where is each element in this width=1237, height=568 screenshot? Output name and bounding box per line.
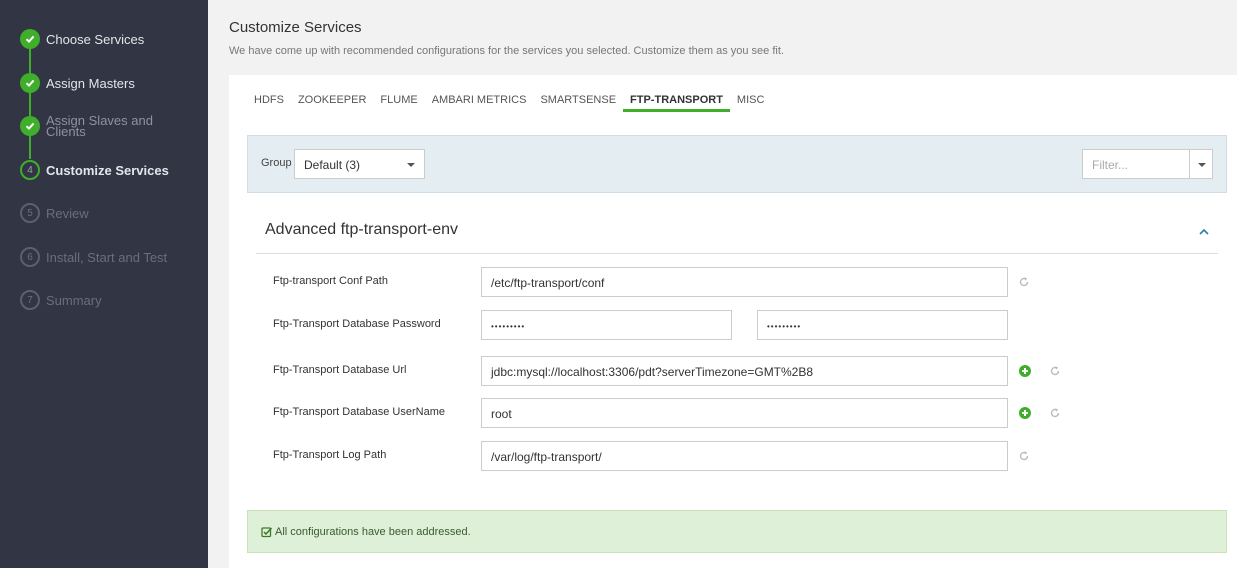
wizard-step-label: Customize Services: [46, 162, 169, 178]
tab-ftp-transport[interactable]: FTP-TRANSPORT: [623, 94, 730, 112]
step-connector: [29, 49, 31, 73]
checkmark-icon: [20, 116, 40, 136]
step-number: 4: [20, 160, 40, 180]
tab-zookeeper[interactable]: ZOOKEEPER: [291, 94, 373, 112]
undo-icon[interactable]: [1049, 365, 1061, 377]
filter-bar: Group Default (3) Filter...: [247, 135, 1227, 193]
wizard-step-label: Summary: [46, 292, 102, 308]
wizard-step-review: 5 Review: [20, 202, 89, 224]
group-select[interactable]: Default (3): [294, 149, 425, 179]
wizard-step-assign-slaves[interactable]: Assign Slaves and Clients: [20, 113, 156, 139]
step-number: 7: [20, 290, 40, 310]
wizard-step-label: Review: [46, 205, 89, 221]
database-username-input[interactable]: root: [481, 398, 1008, 428]
tab-flume[interactable]: FLUME: [373, 94, 424, 112]
config-label: Ftp-Transport Database Password: [273, 318, 441, 330]
config-label: Ftp-transport Conf Path: [273, 275, 388, 287]
success-alert: All configurations have been addressed.: [247, 510, 1227, 553]
check-square-icon: [261, 527, 273, 538]
step-connector: [29, 93, 31, 116]
filter-dropdown-button[interactable]: [1189, 149, 1213, 179]
page-title: Customize Services: [229, 19, 362, 36]
database-url-input[interactable]: jdbc:mysql://localhost:3306/pdt?serverTi…: [481, 356, 1008, 386]
wizard-step-summary: 7 Summary: [20, 289, 102, 311]
wizard-sidebar: Choose Services Assign Masters Assign Sl…: [0, 0, 208, 568]
tab-ambari-metrics[interactable]: AMBARI METRICS: [425, 94, 534, 112]
conf-path-input[interactable]: /etc/ftp-transport/conf: [481, 267, 1008, 297]
tab-hdfs[interactable]: HDFS: [254, 94, 291, 112]
plus-circle-icon[interactable]: [1019, 365, 1031, 377]
group-label: Group: [261, 157, 292, 169]
step-connector: [29, 136, 31, 159]
wizard-step-label: Install, Start and Test: [46, 249, 168, 265]
undo-icon[interactable]: [1049, 407, 1061, 419]
wizard-step-customize-services[interactable]: 4 Customize Services: [20, 159, 169, 181]
alert-message: All configurations have been addressed.: [275, 526, 471, 538]
section-title: Advanced ftp-transport-env: [265, 221, 458, 238]
wizard-step-label: Choose Services: [46, 31, 145, 47]
wizard-step-label: Assign Slaves and Clients: [46, 113, 153, 139]
undo-icon[interactable]: [1018, 450, 1030, 462]
wizard-step-choose-services[interactable]: Choose Services: [20, 28, 144, 50]
tab-smartsense[interactable]: SMARTSENSE: [533, 94, 623, 112]
section-divider: [256, 253, 1218, 254]
log-path-input[interactable]: /var/log/ftp-transport/: [481, 441, 1008, 471]
config-label: Ftp-Transport Database UserName: [273, 406, 445, 418]
config-label: Ftp-Transport Log Path: [273, 449, 387, 461]
plus-circle-icon[interactable]: [1019, 407, 1031, 419]
password-input[interactable]: •••••••••: [481, 310, 732, 340]
group-select-value: Default (3): [304, 158, 361, 172]
chevron-up-icon[interactable]: [1197, 225, 1211, 239]
tab-misc[interactable]: MISC: [730, 94, 772, 112]
config-label: Ftp-Transport Database Url: [273, 364, 407, 376]
step-number: 6: [20, 247, 40, 267]
filter-input[interactable]: Filter...: [1082, 149, 1190, 179]
step-number: 5: [20, 203, 40, 223]
undo-icon[interactable]: [1018, 276, 1030, 288]
wizard-step-install: 6 Install, Start and Test: [20, 246, 167, 268]
password-confirm-input[interactable]: •••••••••: [757, 310, 1008, 340]
service-tabs: HDFS ZOOKEEPER FLUME AMBARI METRICS SMAR…: [254, 94, 771, 112]
caret-down-icon: [407, 163, 415, 167]
checkmark-icon: [20, 73, 40, 93]
wizard-step-assign-masters[interactable]: Assign Masters: [20, 72, 135, 94]
wizard-step-label: Assign Masters: [46, 75, 135, 91]
caret-down-icon: [1198, 163, 1206, 167]
config-panel: HDFS ZOOKEEPER FLUME AMBARI METRICS SMAR…: [229, 75, 1237, 568]
checkmark-icon: [20, 29, 40, 49]
page-subtitle: We have come up with recommended configu…: [229, 45, 784, 57]
